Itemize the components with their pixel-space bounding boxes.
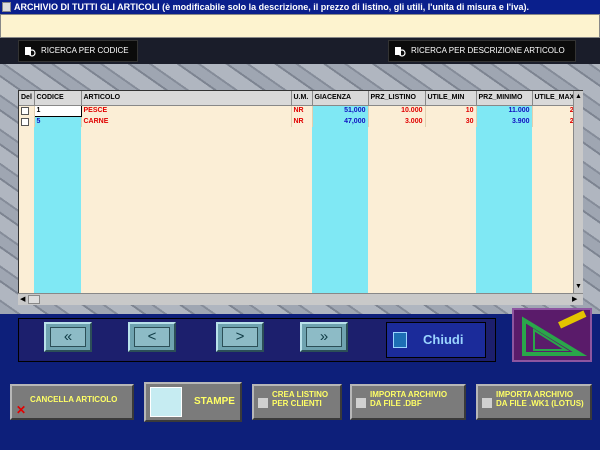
table-header-row: Del CODICE ARTICOLO U.M. GIACENZA PRZ_LI…	[19, 91, 581, 106]
table-row[interactable]: 5 CARNE NR 47,000 3.000 30 3.900 20	[19, 116, 581, 127]
create-price-list-line2: PER CLIENTI	[272, 399, 322, 408]
scroll-up-arrow-icon[interactable]: ▲	[575, 93, 582, 100]
prz-minimo-column-fill	[476, 105, 532, 293]
previous-record-button[interactable]: <	[128, 322, 176, 352]
giacenza-cell: 51,000	[312, 105, 369, 116]
col-header-articolo[interactable]: ARTICOLO	[81, 91, 292, 106]
set-square-image	[522, 310, 588, 356]
table-row[interactable]: 1 PESCE NR 51,000 10.000 10 11.000 20	[19, 104, 581, 117]
delete-x-icon: ✕	[16, 403, 27, 417]
create-price-list-button[interactable]: CREA LISTINO PER CLIENTI	[252, 384, 342, 420]
col-header-del[interactable]: Del	[19, 91, 35, 106]
article-cell[interactable]: CARNE	[81, 116, 292, 127]
code-cell[interactable]: 1	[33, 104, 82, 117]
row-delete-checkbox[interactable]	[21, 117, 29, 126]
articles-grid[interactable]: Del CODICE ARTICOLO U.M. GIACENZA PRZ_LI…	[18, 90, 583, 305]
import-wk1-line1: IMPORTA ARCHIVIO	[496, 390, 574, 399]
col-header-prz-listino[interactable]: PRZ_LISTINO	[368, 91, 426, 106]
import-dbf-line2: DA FILE .DBF	[370, 399, 422, 408]
list-icon	[258, 398, 268, 408]
row-delete-cell[interactable]	[19, 105, 35, 116]
close-label: Chiudi	[423, 332, 464, 347]
row-delete-cell[interactable]	[19, 116, 35, 127]
um-cell[interactable]: NR	[291, 105, 313, 116]
prz-minimo-cell: 3.900	[476, 116, 533, 127]
last-record-button[interactable]: »	[300, 322, 348, 352]
col-header-um[interactable]: U.M.	[291, 91, 313, 106]
utile-min-cell[interactable]: 30	[425, 116, 477, 127]
create-price-list-line1: CREA LISTINO	[272, 390, 329, 399]
articles-table: Del CODICE ARTICOLO U.M. GIACENZA PRZ_LI…	[19, 91, 581, 127]
next-record-label: >	[222, 327, 258, 347]
close-button[interactable]: Chiudi	[386, 322, 486, 358]
scroll-left-arrow-icon[interactable]: ◀	[20, 295, 25, 303]
col-header-prz-minimo[interactable]: PRZ_MINIMO	[476, 91, 533, 106]
import-dbf-line1: IMPORTA ARCHIVIO	[370, 390, 448, 399]
notice-bar	[0, 14, 600, 38]
window-title: ARCHIVIO DI TUTTI GLI ARTICOLI (è modifi…	[14, 2, 530, 12]
last-record-label: »	[306, 327, 342, 347]
row-delete-checkbox[interactable]	[21, 106, 29, 115]
import-dbf-button[interactable]: IMPORTA ARCHIVIO DA FILE .DBF	[350, 384, 466, 420]
printer-icon	[150, 387, 182, 417]
chiudi-door-icon	[393, 332, 407, 348]
search-strip: RICERCA PER CODICE RICERCA PER DESCRIZIO…	[0, 38, 600, 64]
col-header-codice[interactable]: CODICE	[34, 91, 82, 106]
search-by-description-button[interactable]: RICERCA PER DESCRIZIONE ARTICOLO	[388, 40, 576, 62]
giacenza-column-fill	[312, 105, 368, 293]
window-icon	[2, 2, 11, 12]
search-by-code-label: RICERCA PER CODICE	[41, 46, 129, 55]
next-record-button[interactable]: >	[216, 322, 264, 352]
import-wk1-button[interactable]: IMPORTA ARCHIVIO DA FILE .WK1 (LOTUS)	[476, 384, 592, 420]
article-cell[interactable]: PESCE	[81, 105, 292, 116]
col-header-giacenza[interactable]: GIACENZA	[312, 91, 369, 106]
search-icon	[395, 47, 406, 57]
previous-record-label: <	[134, 327, 170, 347]
code-cell[interactable]: 5	[34, 116, 82, 127]
delete-article-label: CANCELLA ARTICOLO	[30, 395, 118, 404]
scroll-right-arrow-icon[interactable]: ▶	[572, 295, 577, 303]
um-cell[interactable]: NR	[291, 116, 313, 127]
first-record-button[interactable]: «	[44, 322, 92, 352]
print-label: STAMPE	[194, 396, 235, 407]
delete-article-button[interactable]: ✕ CANCELLA ARTICOLO	[10, 384, 134, 420]
search-icon	[25, 47, 36, 57]
scroll-down-arrow-icon[interactable]: ▼	[575, 283, 582, 290]
window-titlebar: ARCHIVIO DI TUTTI GLI ARTICOLI (è modifi…	[0, 0, 600, 14]
prz-minimo-cell: 11.000	[476, 105, 533, 116]
first-record-label: «	[50, 327, 86, 347]
drafting-tools-icon	[512, 308, 592, 362]
prz-listino-cell[interactable]: 10.000	[368, 105, 426, 116]
horizontal-scrollbar[interactable]: ◀ ▶	[18, 293, 583, 305]
prz-listino-cell[interactable]: 3.000	[368, 116, 426, 127]
print-button[interactable]: STAMPE	[144, 382, 242, 422]
giacenza-cell: 47,000	[312, 116, 369, 127]
code-column-fill	[34, 105, 81, 293]
col-header-utile-min[interactable]: UTILE_MIN	[425, 91, 477, 106]
database-icon	[356, 398, 366, 408]
import-wk1-line2: DA FILE .WK1 (LOTUS)	[496, 399, 584, 408]
search-by-code-button[interactable]: RICERCA PER CODICE	[18, 40, 138, 62]
vertical-scrollbar[interactable]: ▲ ▼	[573, 91, 583, 293]
horizontal-scroll-thumb[interactable]	[28, 295, 40, 304]
search-by-description-label: RICERCA PER DESCRIZIONE ARTICOLO	[411, 46, 565, 55]
spreadsheet-icon	[482, 398, 492, 408]
utile-min-cell[interactable]: 10	[425, 105, 477, 116]
